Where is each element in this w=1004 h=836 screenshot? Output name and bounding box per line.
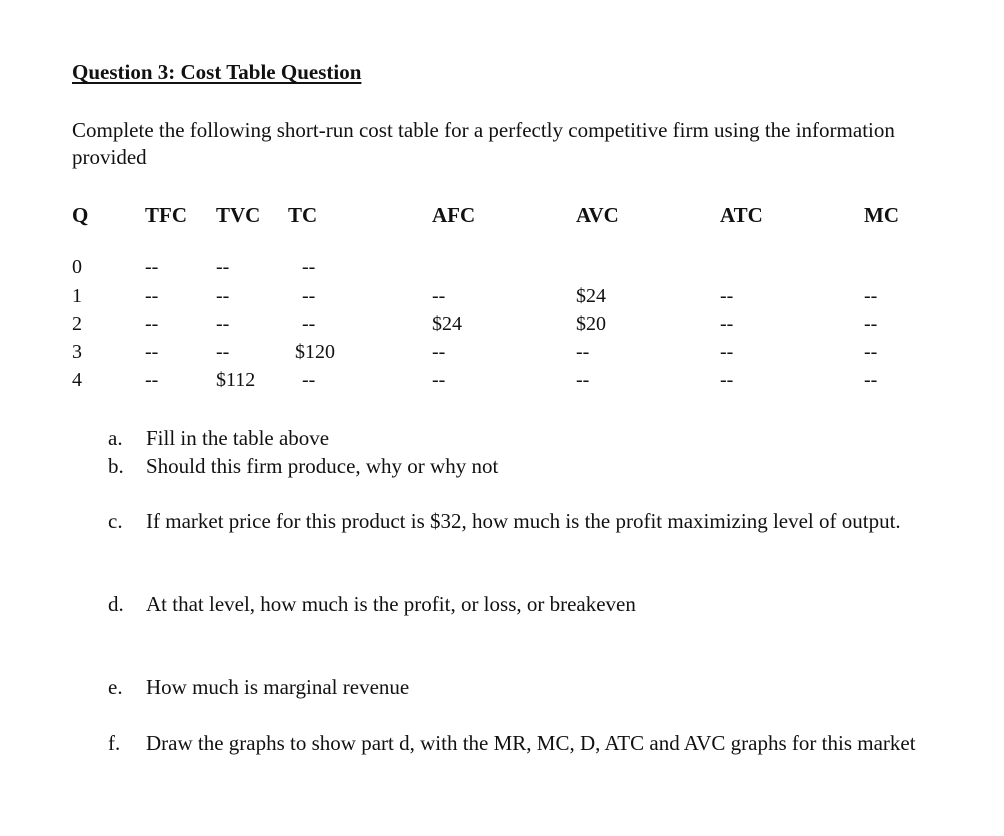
cell-tfc: -- — [145, 256, 159, 278]
cell-q: 1 — [72, 285, 82, 307]
header-afc: AFC — [432, 203, 476, 227]
cell-atc: -- — [720, 369, 734, 391]
cell-avc: $24 — [576, 285, 606, 307]
cell-mc: -- — [864, 369, 878, 391]
cell-tvc: -- — [216, 313, 230, 335]
cell-atc: -- — [720, 313, 734, 335]
cell-tfc: -- — [145, 369, 159, 391]
cell-avc: -- — [576, 369, 590, 391]
header-tvc: TVC — [216, 203, 261, 227]
cell-avc: -- — [576, 341, 590, 363]
cell-afc: -- — [432, 341, 446, 363]
cell-tvc: -- — [216, 256, 230, 278]
cell-q: 2 — [72, 313, 82, 335]
header-avc: AVC — [576, 203, 619, 227]
cell-q: 3 — [72, 341, 82, 363]
cell-tfc: -- — [145, 285, 159, 307]
question-text: At that level, how much is the profit, o… — [146, 592, 636, 616]
cell-tc: -- — [302, 369, 316, 391]
header-tc: TC — [288, 203, 318, 227]
cell-afc: -- — [432, 369, 446, 391]
header-q: Q — [72, 203, 89, 227]
cell-mc: -- — [864, 341, 878, 363]
cell-tc: -- — [302, 256, 316, 278]
intro-text: Complete the following short-run cost ta… — [72, 118, 895, 169]
question-text: How much is marginal revenue — [146, 675, 410, 699]
question-letter: a. — [108, 426, 123, 450]
cell-tc: $120 — [295, 341, 335, 363]
cell-afc: $24 — [432, 313, 462, 335]
header-tfc: TFC — [145, 203, 187, 227]
question-text: Should this firm produce, why or why not — [146, 454, 499, 478]
question-letter: f. — [108, 731, 121, 755]
question-text: If market price for this product is $32,… — [146, 509, 901, 533]
cell-tfc: -- — [145, 313, 159, 335]
question-text: Fill in the table above — [146, 426, 330, 450]
question-letter: e. — [108, 675, 123, 699]
cell-q: 4 — [72, 369, 82, 391]
question-letter: c. — [108, 509, 123, 533]
cell-tfc: -- — [145, 341, 159, 363]
cell-mc: -- — [864, 285, 878, 307]
cell-atc: -- — [720, 285, 734, 307]
cell-avc: $20 — [576, 313, 606, 335]
cell-atc: -- — [720, 341, 734, 363]
cell-tvc: -- — [216, 285, 230, 307]
question-text: Draw the graphs to show part d, with the… — [146, 731, 916, 755]
question-letter: d. — [108, 592, 124, 616]
cell-afc: -- — [432, 285, 446, 307]
cell-tc: -- — [302, 285, 316, 307]
cell-mc: -- — [864, 313, 878, 335]
cell-tvc: $112 — [216, 369, 256, 391]
cell-q: 0 — [72, 256, 82, 278]
cell-tvc: -- — [216, 341, 230, 363]
question-title: Question 3: Cost Table Question — [72, 60, 362, 84]
header-atc: ATC — [720, 203, 763, 227]
header-mc: MC — [864, 203, 899, 227]
cell-tc: -- — [302, 313, 316, 335]
question-letter: b. — [108, 454, 124, 478]
